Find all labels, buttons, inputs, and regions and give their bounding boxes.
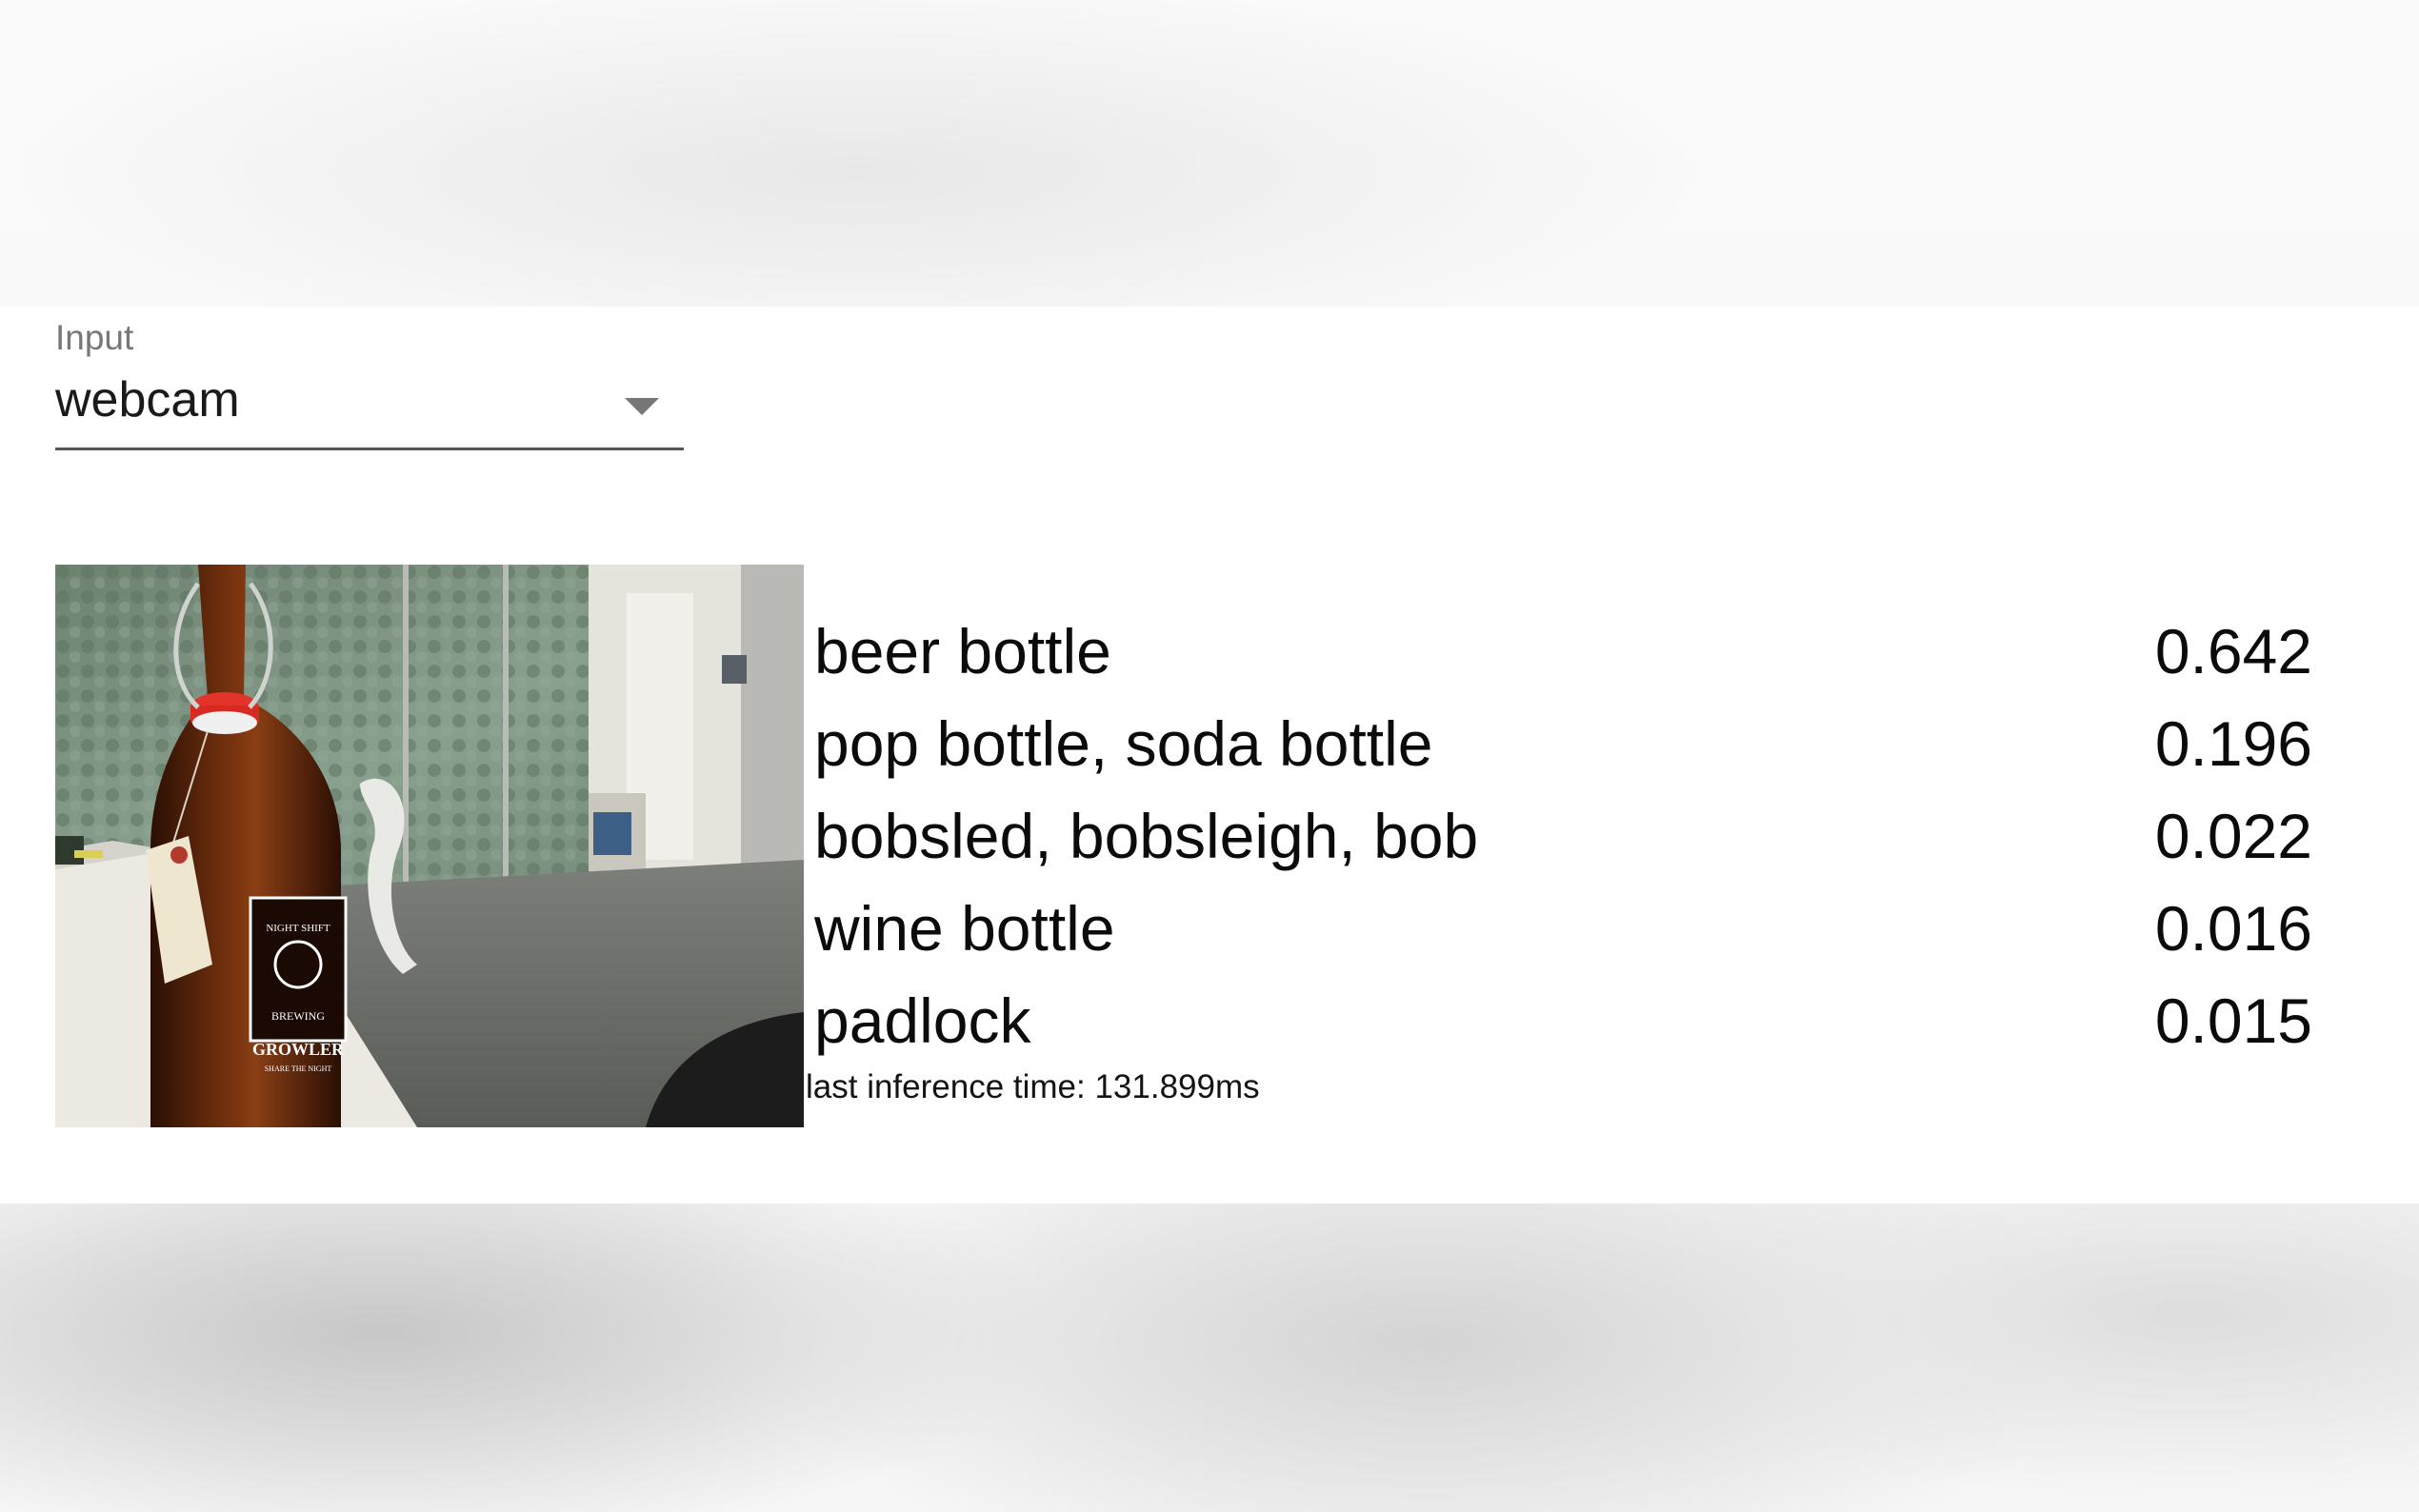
webcam-frame-image: NIGHT SHIFT BREWING GROWLER SHARE THE NI… xyxy=(55,565,804,1127)
predictions-list: beer bottle 0.642 pop bottle, soda bottl… xyxy=(814,606,2312,1067)
prediction-score: 0.016 xyxy=(2154,893,2312,964)
input-select[interactable]: webcam xyxy=(55,369,684,450)
input-select-value: webcam xyxy=(55,372,240,428)
prediction-score: 0.015 xyxy=(2154,985,2312,1056)
demo-card: Input webcam NIGHT SHIFT BREWING GROWLER… xyxy=(0,307,2419,1204)
prediction-score: 0.642 xyxy=(2154,616,2312,686)
prediction-label: pop bottle, soda bottle xyxy=(814,708,1433,779)
input-label: Input xyxy=(55,318,134,357)
chevron-down-icon[interactable] xyxy=(625,398,659,415)
prediction-row: wine bottle 0.016 xyxy=(814,883,2312,975)
bottle-tagline: SHARE THE NIGHT xyxy=(265,1064,332,1073)
prediction-row: padlock 0.015 xyxy=(814,975,2312,1067)
prediction-label: beer bottle xyxy=(814,616,1111,686)
prediction-score: 0.196 xyxy=(2154,708,2312,779)
inference-time: last inference time: 131.899ms xyxy=(806,1068,1260,1105)
bottle-product: GROWLER xyxy=(252,1040,345,1059)
prediction-label: padlock xyxy=(814,985,1031,1056)
prediction-row: beer bottle 0.642 xyxy=(814,606,2312,698)
bottle-brand-bottom: BREWING xyxy=(271,1009,325,1023)
prediction-label: bobsled, bobsleigh, bob xyxy=(814,801,1479,871)
prediction-label: wine bottle xyxy=(814,893,1115,964)
bottle-brand-top: NIGHT SHIFT xyxy=(266,923,330,934)
webcam-feed: NIGHT SHIFT BREWING GROWLER SHARE THE NI… xyxy=(55,565,804,1127)
prediction-row: bobsled, bobsleigh, bob 0.022 xyxy=(814,790,2312,883)
prediction-score: 0.022 xyxy=(2154,801,2312,871)
prediction-row: pop bottle, soda bottle 0.196 xyxy=(814,698,2312,790)
